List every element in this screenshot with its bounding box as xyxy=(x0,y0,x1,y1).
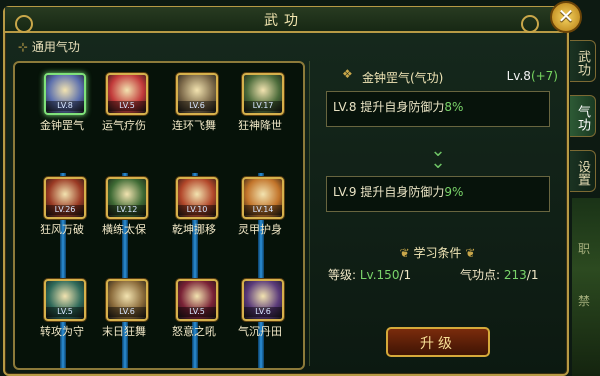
skill-slot[interactable]: LV.10 乾坤挪移 xyxy=(163,177,225,247)
next-effect-box: LV.9 提升自身防御力9% xyxy=(326,176,550,212)
skill-level: LV.5 xyxy=(108,101,146,111)
skill-slot[interactable]: LV.6 末日狂舞 xyxy=(93,279,155,349)
skill-level: LV.8 xyxy=(46,101,84,111)
next-effect-text: 提升自身防御力 xyxy=(360,185,445,199)
upgrade-button[interactable]: 升级 xyxy=(386,327,490,357)
skill-level: LV.5 xyxy=(178,307,216,317)
skill-name: 横练太保 xyxy=(102,223,146,236)
skill-slot[interactable]: LV.5 转攻为守 xyxy=(31,279,93,349)
current-effect-value: 8% xyxy=(444,100,464,114)
skill-level: LV.12 xyxy=(108,205,146,215)
qigong-points-requirement: 气功点: 213/1 xyxy=(460,268,539,282)
skill-slot[interactable]: LV.17 狂神降世 xyxy=(229,73,291,143)
skill-name: 末日狂舞 xyxy=(102,325,146,338)
skill-name: 乾坤挪移 xyxy=(172,223,216,236)
skill-name: 连环飞舞 xyxy=(172,119,216,132)
title-bar: 武功 xyxy=(5,7,563,33)
ornament-icon: ❦ xyxy=(399,246,414,260)
skill-slot[interactable]: LV.26 狂风万破 xyxy=(31,177,93,247)
ornament-icon: ❦ xyxy=(461,246,476,260)
skill-name: 金钟罡气 xyxy=(40,119,84,132)
requirements-title: ❦ 学习条件 ❦ xyxy=(399,246,476,260)
scenery-text: 禁 xyxy=(578,294,591,308)
skill-level: LV.10 xyxy=(178,205,216,215)
skill-detail-level: Lv.8(+7) xyxy=(506,69,558,83)
skill-level: LV.6 xyxy=(244,307,282,317)
background-scenery: 职 禁 xyxy=(572,198,600,376)
level-requirement: 等级: Lv.150/1 xyxy=(328,268,412,282)
close-button[interactable]: ✕ xyxy=(550,1,582,33)
scenery-text: 职 xyxy=(578,242,591,256)
skill-slot[interactable]: LV.5 运气疗伤 xyxy=(93,73,155,143)
current-effect-text: 提升自身防御力 xyxy=(360,100,445,114)
skill-detail-name: 金钟罡气(气功) xyxy=(362,71,444,85)
skill-level: LV.26 xyxy=(46,205,84,215)
skill-level: LV.17 xyxy=(244,101,282,111)
skill-name: 灵甲护身 xyxy=(238,223,282,236)
ornament-icon: ❖ xyxy=(342,67,353,81)
skill-level: LV.6 xyxy=(108,307,146,317)
upgrade-arrow-icon: ⌄ ⌄ xyxy=(430,140,446,173)
skill-level: LV.5 xyxy=(46,307,84,317)
skill-slot[interactable]: LV.6 气沉丹田 xyxy=(229,279,291,349)
skill-name: 怒意之吼 xyxy=(172,325,216,338)
skill-slot[interactable]: LV.5 怒意之吼 xyxy=(163,279,225,349)
skill-name: 狂神降世 xyxy=(238,119,282,132)
skill-slot[interactable]: LV.12 横练太保 xyxy=(93,177,155,247)
skill-detail-panel: ❖ 金钟罡气(气功) Lv.8(+7) LV.8 提升自身防御力8% ⌄ ⌄ LV… xyxy=(309,61,565,366)
close-icon: ✕ xyxy=(557,4,575,28)
skill-level: LV.14 xyxy=(244,205,282,215)
current-effect-level: LV.8 xyxy=(333,100,357,114)
skill-grid-panel: LV.8 金钟罡气 LV.5 运气疗伤 LV.6 连环飞舞 LV.17 狂神降世 LV.26 狂风… xyxy=(13,61,305,370)
window-title: 武功 xyxy=(264,13,304,29)
skill-name: 转攻为守 xyxy=(40,325,84,338)
tab-martial-arts[interactable]: 武功 xyxy=(570,40,596,82)
tab-qigong[interactable]: 气功 xyxy=(570,95,596,137)
skill-name: 运气疗伤 xyxy=(102,119,146,132)
tab-settings[interactable]: 设置 xyxy=(570,150,596,192)
section-title: 通用气功 xyxy=(18,38,80,55)
next-effect-value: 9% xyxy=(444,185,464,199)
skill-slot[interactable]: LV.8 金钟罡气 xyxy=(31,73,93,143)
skill-level: LV.6 xyxy=(178,101,216,111)
skill-detail-header: ❖ 金钟罡气(气功) Lv.8(+7) xyxy=(314,67,564,85)
skill-slot[interactable]: LV.14 灵甲护身 xyxy=(229,177,291,247)
current-effect-box: LV.8 提升自身防御力8% xyxy=(326,91,550,127)
next-effect-level: LV.9 xyxy=(333,185,357,199)
skill-name: 气沉丹田 xyxy=(238,325,282,338)
skill-slot[interactable]: LV.6 连环飞舞 xyxy=(163,73,225,143)
skill-name: 狂风万破 xyxy=(40,223,84,236)
level-bonus: (+7) xyxy=(530,69,558,83)
